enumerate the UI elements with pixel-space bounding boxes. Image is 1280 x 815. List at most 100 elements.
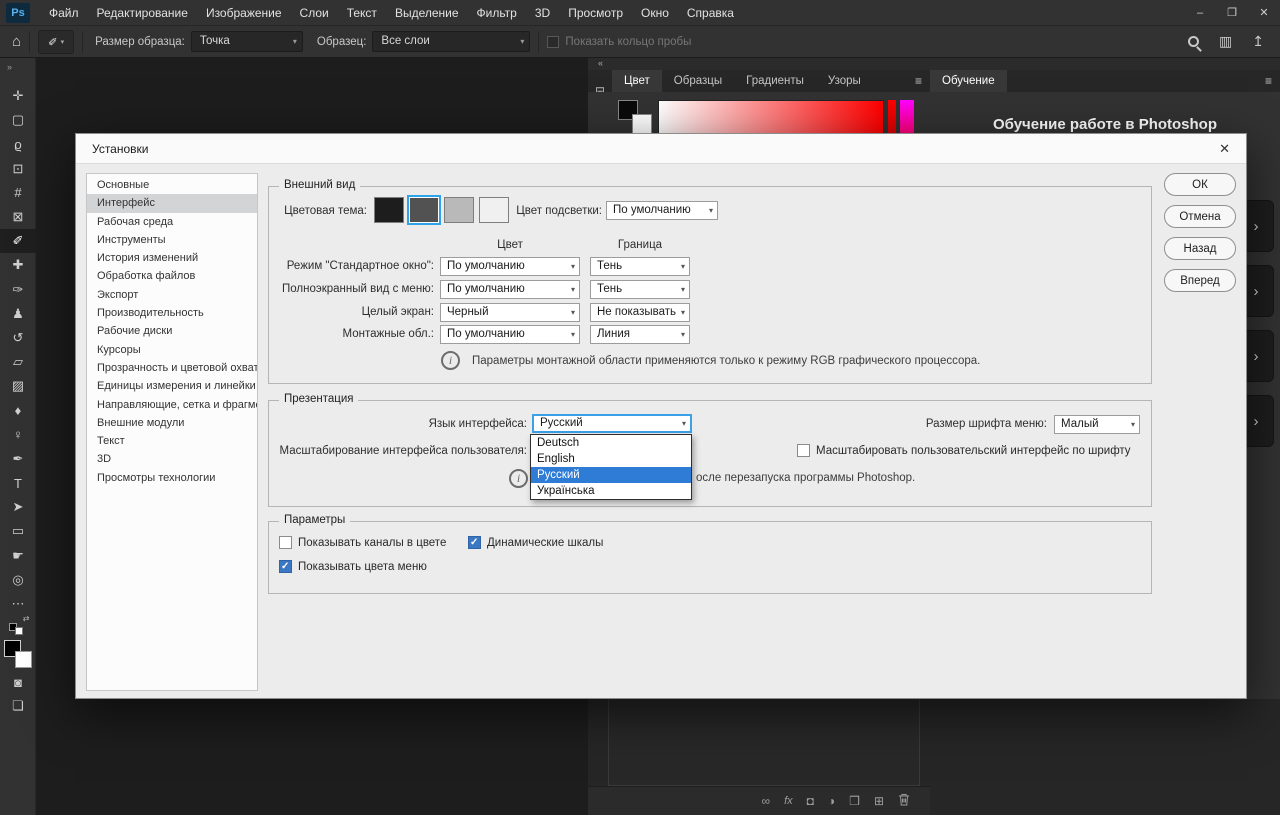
sidebar-item[interactable]: Экспорт [87,286,257,304]
panel-menu-icon[interactable]: ≡ [915,70,922,92]
close-icon[interactable]: ✕ [1219,141,1230,157]
sample-dropdown[interactable]: Все слои [372,31,530,52]
zoom-tool[interactable]: ◎ [0,568,36,592]
menu-item[interactable]: Редактирование [88,0,197,26]
clone-stamp-tool[interactable]: ♟ [0,302,36,326]
dialog-button[interactable]: Назад [1164,237,1236,260]
theme-swatch-dark[interactable] [409,197,439,223]
sample-size-dropdown[interactable]: Точка [191,31,303,52]
default-colors-widget[interactable]: ⇄ [9,619,27,634]
dodge-tool[interactable]: ♀ [0,423,36,447]
language-option[interactable]: Русский [531,467,691,483]
menu-item[interactable]: Слои [291,0,338,26]
share-icon[interactable]: ↥ [1252,33,1264,50]
pen-tool[interactable]: ✒ [0,447,36,471]
sidebar-item[interactable]: Производительность [87,304,257,322]
sidebar-item[interactable]: 3D [87,450,257,468]
collapse-panels-icon[interactable]: « [588,58,930,70]
sidebar-item[interactable]: Прозрачность и цветовой охват [87,359,257,377]
theme-swatch-darkest[interactable] [374,197,404,223]
brush-tool[interactable]: ✑ [0,278,36,302]
color-dropdown[interactable]: По умолчанию [440,325,580,344]
frame-tool[interactable]: ⊠ [0,205,36,229]
crop-tool[interactable]: # [0,181,36,205]
eyedropper-tool[interactable]: ✐ [0,229,36,253]
border-dropdown[interactable]: Не показывать [590,303,690,322]
sidebar-item[interactable]: Внешние модули [87,414,257,432]
link-layers-icon[interactable]: ∞ [762,794,771,808]
trash-icon[interactable] [898,793,910,809]
quick-mask-button[interactable]: ◙ [0,670,36,694]
background-color-swatch[interactable] [15,651,32,668]
layer-effects-icon[interactable]: fx [784,795,793,807]
history-brush-tool[interactable]: ↺ [0,326,36,350]
adjustment-layer-icon[interactable]: ◑ [828,794,835,808]
workspace-icon[interactable]: ▥ [1219,33,1232,50]
panel-menu-icon[interactable]: ≡ [1265,70,1272,92]
sidebar-item[interactable]: Инструменты [87,231,257,249]
tab-swatches[interactable]: Образцы [662,70,734,92]
layer-group-icon[interactable]: ❒ [849,794,860,808]
sidebar-item[interactable]: Обработка файлов [87,267,257,285]
border-dropdown[interactable]: Тень [590,257,690,276]
ui-language-dropdown[interactable]: Русский [532,414,692,433]
dialog-button[interactable]: Отмена [1164,205,1236,228]
type-tool[interactable]: T [0,471,36,495]
highlight-color-dropdown[interactable]: По умолчанию [606,201,718,220]
color-dropdown[interactable]: По умолчанию [440,257,580,276]
swap-colors-icon[interactable]: ⇄ [23,614,30,623]
move-tool[interactable]: ✛ [0,84,36,108]
menu-item[interactable]: Справка [678,0,743,26]
menu-item[interactable]: Текст [338,0,386,26]
sidebar-item[interactable]: Основные [87,176,257,194]
menu-item[interactable]: Изображение [197,0,291,26]
search-icon[interactable] [1188,36,1199,47]
tab-color[interactable]: Цвет [612,70,662,92]
maximize-icon[interactable]: ❐ [1216,0,1248,26]
menu-item[interactable]: 3D [526,0,559,26]
screen-mode-button[interactable]: ❏ [0,694,36,718]
edit-toolbar-button[interactable]: ⋯ [0,592,36,616]
close-window-icon[interactable]: ✕ [1248,0,1280,26]
rectangle-tool[interactable]: ▭ [0,519,36,543]
dialog-titlebar[interactable]: Установки ✕ [76,134,1246,164]
dialog-button[interactable]: ОК [1164,173,1236,196]
home-icon[interactable]: ⌂ [12,33,21,50]
sidebar-item[interactable]: Рабочая среда [87,213,257,231]
sidebar-item[interactable]: Просмотры технологии [87,469,257,487]
hand-tool[interactable]: ☛ [0,544,36,568]
menu-item[interactable]: Просмотр [559,0,632,26]
option-checkbox[interactable]: Показывать каналы в цвете [279,535,468,550]
language-option[interactable]: Українська [531,483,691,499]
option-checkbox[interactable]: Показывать цвета меню [279,559,979,574]
language-option[interactable]: English [531,451,691,467]
sidebar-item[interactable]: Интерфейс [87,194,257,212]
border-dropdown[interactable]: Линия [590,325,690,344]
new-layer-icon[interactable]: ⊞ [874,794,884,808]
expand-toolbar-icon[interactable]: » [0,58,35,84]
tab-patterns[interactable]: Узоры [816,70,873,92]
menu-item[interactable]: Выделение [386,0,468,26]
border-dropdown[interactable]: Тень [590,280,690,299]
dialog-button[interactable]: Вперед [1164,269,1236,292]
layer-mask-icon[interactable]: ◘ [807,794,814,808]
current-tool-button[interactable]: ✐ ▾ [38,30,74,54]
panel-color-swatches[interactable] [618,100,652,134]
panel-background-swatch[interactable] [632,114,652,134]
rectangular-marquee-tool[interactable]: ▢ [0,108,36,132]
tab-learn[interactable]: Обучение [930,70,1007,92]
sidebar-item[interactable]: Единицы измерения и линейки [87,377,257,395]
menu-item[interactable]: Файл [40,0,88,26]
minimize-icon[interactable]: – [1184,0,1216,26]
object-selection-tool[interactable]: ⊡ [0,157,36,181]
menu-item[interactable]: Окно [632,0,678,26]
theme-swatch-light[interactable] [444,197,474,223]
gradient-tool[interactable]: ▨ [0,374,36,398]
option-checkbox[interactable]: Динамические шкалы [468,535,768,550]
menu-item[interactable]: Фильтр [468,0,526,26]
sidebar-item[interactable]: Курсоры [87,341,257,359]
lasso-tool[interactable]: ϱ [0,132,36,156]
scale-ui-checkbox[interactable]: Масштабировать пользовательский интерфей… [797,443,1131,458]
blur-tool[interactable]: ♦ [0,398,36,422]
language-option[interactable]: Deutsch [531,435,691,451]
